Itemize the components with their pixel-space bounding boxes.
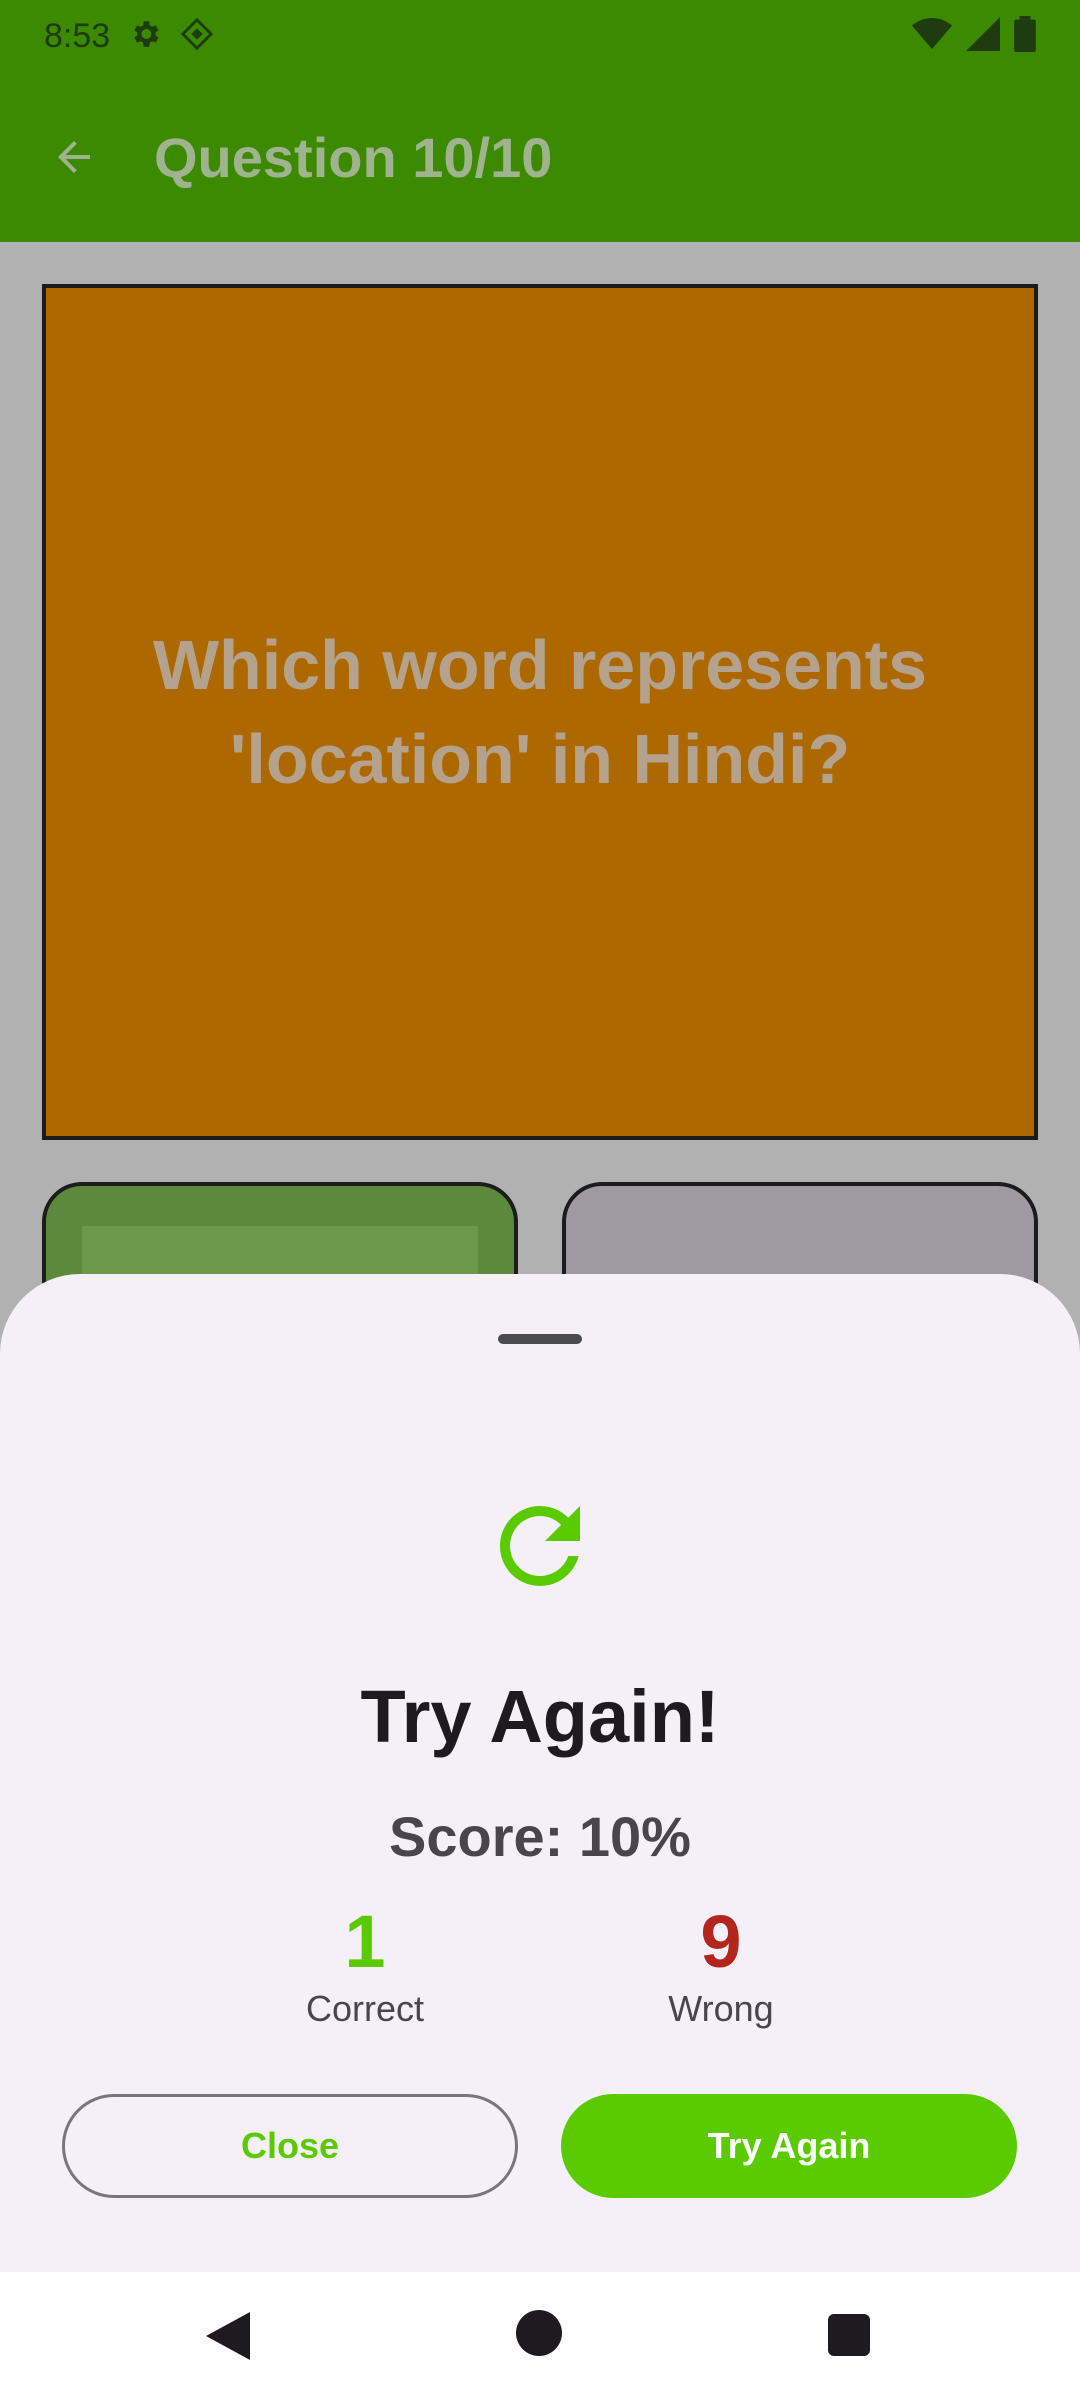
score-text: Score: 10% xyxy=(389,1805,691,1868)
status-bar: 8:53 xyxy=(0,0,1080,72)
diamond-app-icon xyxy=(180,17,214,56)
nav-back-icon[interactable] xyxy=(206,2312,250,2360)
question-text: Which word represents 'location' in Hind… xyxy=(152,626,928,798)
page-title: Question 10/10 xyxy=(154,125,553,189)
question-card: Which word represents 'location' in Hind… xyxy=(42,284,1038,1140)
battery-icon xyxy=(1014,15,1036,57)
wrong-count: 9 xyxy=(700,1900,742,1983)
app-bar: Question 10/10 xyxy=(0,72,1080,242)
system-nav-bar xyxy=(0,2272,1080,2400)
wrong-stat: 9 Wrong xyxy=(571,1902,871,2030)
correct-count: 1 xyxy=(344,1900,386,1983)
settings-icon xyxy=(128,17,162,56)
refresh-icon xyxy=(499,1505,580,1586)
try-again-button[interactable]: Try Again xyxy=(561,2094,1017,2198)
nav-recents-icon[interactable] xyxy=(828,2314,870,2356)
wifi-icon xyxy=(912,17,952,56)
drag-handle[interactable] xyxy=(498,1334,582,1344)
back-button[interactable] xyxy=(44,127,104,187)
correct-stat: 1 Correct xyxy=(215,1902,515,2030)
result-title: Try Again! xyxy=(360,1675,720,1758)
screen: 8:53 Question 10/10 Which word represent… xyxy=(0,0,1080,2400)
arrow-back-icon xyxy=(58,141,90,173)
result-bottom-sheet: Try Again! Score: 10% 1 Correct 9 Wrong … xyxy=(0,1274,1080,2272)
nav-home-icon[interactable] xyxy=(516,2310,562,2356)
cellular-signal-icon xyxy=(966,16,1000,56)
close-button[interactable]: Close xyxy=(62,2094,518,2198)
status-time: 8:53 xyxy=(44,16,111,55)
correct-label: Correct xyxy=(305,1988,425,2029)
wrong-label: Wrong xyxy=(668,1988,774,2029)
